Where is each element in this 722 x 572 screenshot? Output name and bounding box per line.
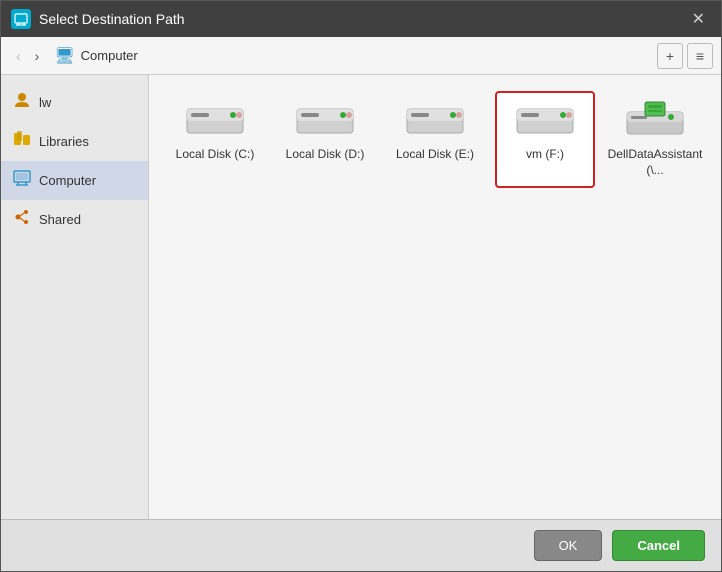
sidebar-item-lw-label: lw [39, 95, 51, 110]
new-folder-button[interactable]: + [657, 43, 683, 69]
file-item-e-label: Local Disk (E:) [396, 147, 474, 163]
file-item-f[interactable]: vm (F:) [495, 91, 595, 188]
nav-actions: + ≡ [657, 43, 713, 69]
file-item-f-label: vm (F:) [526, 147, 564, 163]
location-bar: 🖥 Computer [54, 46, 657, 66]
forward-button[interactable]: › [28, 44, 47, 68]
hdd-f-icon [513, 101, 577, 141]
user-icon [13, 91, 31, 114]
file-area: Local Disk (C:) Local Disk (D:) [149, 75, 721, 519]
footer: OK Cancel [1, 519, 721, 571]
sidebar-item-lw[interactable]: lw [1, 83, 148, 122]
app-icon [11, 9, 31, 29]
file-item-dell[interactable]: DellDataAssistant (\... [605, 91, 705, 188]
file-item-d[interactable]: Local Disk (D:) [275, 91, 375, 188]
file-item-c[interactable]: Local Disk (C:) [165, 91, 265, 188]
file-item-c-label: Local Disk (C:) [176, 147, 255, 163]
sidebar-item-libraries[interactable]: Libraries [1, 122, 148, 161]
dialog: Select Destination Path ✕ ‹ › 🖥 Computer… [0, 0, 722, 572]
nav-bar: ‹ › 🖥 Computer + ≡ [1, 37, 721, 75]
hdd-d-icon [293, 101, 357, 141]
sidebar-item-libraries-label: Libraries [39, 134, 89, 149]
hdd-e-icon [403, 101, 467, 141]
ok-button[interactable]: OK [534, 530, 603, 561]
main-content: lw Libraries [1, 75, 721, 519]
sidebar-item-shared-label: Shared [39, 212, 81, 227]
sidebar: lw Libraries [1, 75, 149, 519]
file-item-e[interactable]: Local Disk (E:) [385, 91, 485, 188]
location-text: Computer [81, 48, 138, 63]
network-drive-icon [623, 101, 687, 141]
close-button[interactable]: ✕ [686, 7, 711, 31]
sidebar-item-computer-label: Computer [39, 173, 96, 188]
shared-icon [13, 208, 31, 231]
dialog-title: Select Destination Path [39, 11, 686, 27]
title-bar: Select Destination Path ✕ [1, 1, 721, 37]
file-item-d-label: Local Disk (D:) [286, 147, 365, 163]
cancel-button[interactable]: Cancel [612, 530, 705, 561]
library-icon [13, 130, 31, 153]
view-toggle-button[interactable]: ≡ [687, 43, 713, 69]
computer-icon [13, 169, 31, 192]
hdd-c-icon [183, 101, 247, 141]
location-icon: 🖥 [54, 46, 74, 66]
back-button[interactable]: ‹ [9, 44, 28, 68]
sidebar-item-computer[interactable]: Computer [1, 161, 148, 200]
sidebar-item-shared[interactable]: Shared [1, 200, 148, 239]
file-item-dell-label: DellDataAssistant (\... [608, 147, 703, 178]
